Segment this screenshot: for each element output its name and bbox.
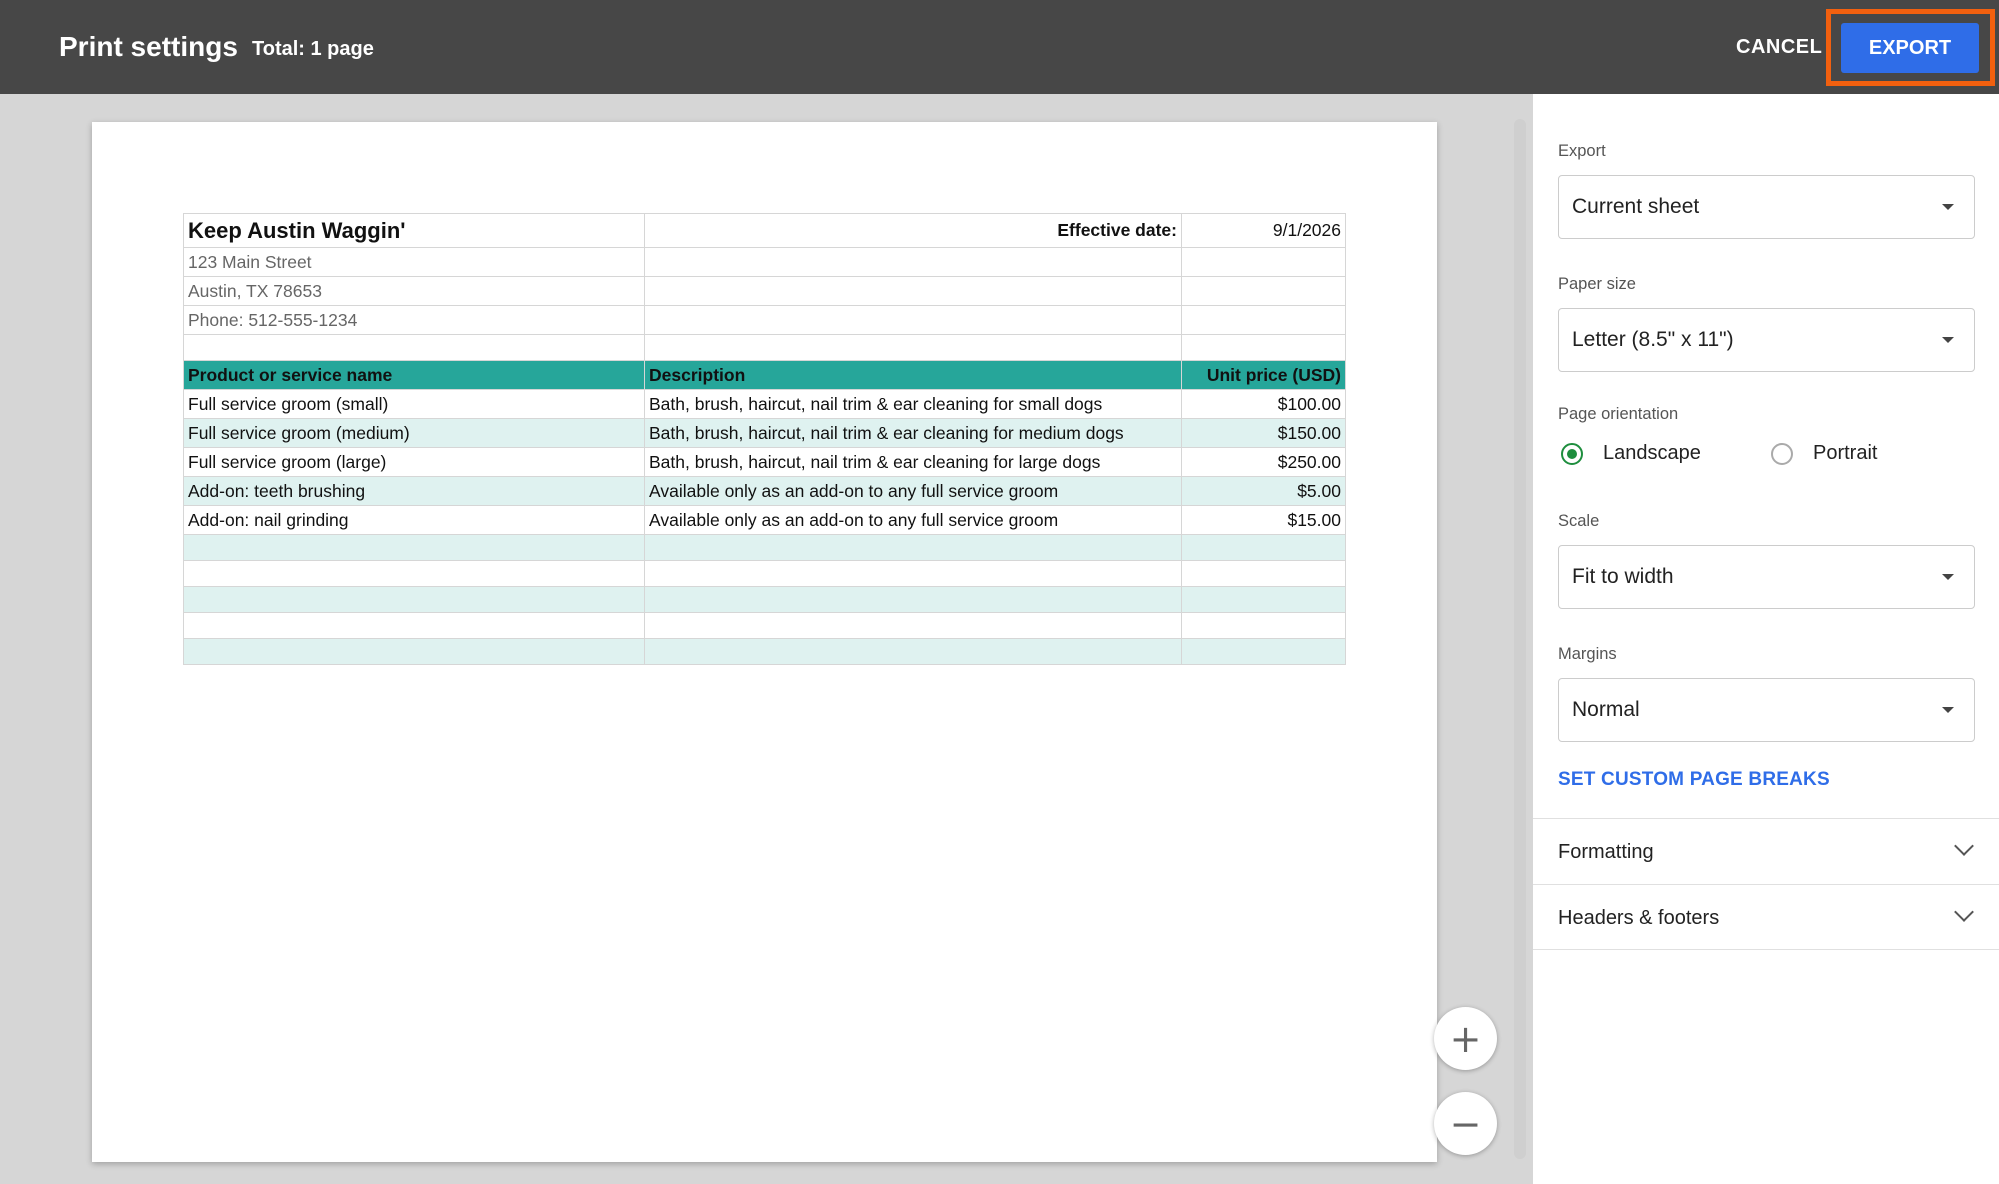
- radio-unselected-icon: [1771, 442, 1793, 465]
- radio-selected-icon: [1561, 442, 1583, 465]
- formatting-section-label: Formatting: [1558, 841, 1654, 863]
- table-row: [183, 638, 1346, 665]
- address-line-1: 123 Main Street: [183, 247, 645, 277]
- table-row: Add-on: teeth brushing Available only as…: [183, 476, 1346, 506]
- set-custom-page-breaks-link[interactable]: SET CUSTOM PAGE BREAKS: [1558, 769, 1830, 791]
- description-cell: Bath, brush, haircut, nail trim & ear cl…: [644, 447, 1182, 477]
- description-cell: Bath, brush, haircut, nail trim & ear cl…: [644, 418, 1182, 448]
- portrait-radio-label: Portrait: [1813, 442, 1878, 464]
- minus-icon: −: [1449, 1101, 1482, 1146]
- effective-date-value: 9/1/2026: [1181, 213, 1346, 248]
- table-row: Full service groom (large) Bath, brush, …: [183, 447, 1346, 477]
- export-label: Export: [1558, 142, 1606, 160]
- table-row: [183, 612, 1346, 639]
- table-row: Phone: 512-555-1234: [183, 305, 1346, 335]
- price-cell: $5.00: [1181, 476, 1346, 506]
- description-cell: Bath, brush, haircut, nail trim & ear cl…: [644, 389, 1182, 419]
- paper-size-select[interactable]: Letter (8.5" x 11"): [1558, 308, 1975, 372]
- export-select-value: Current sheet: [1572, 195, 1700, 218]
- table-row: [183, 586, 1346, 613]
- page-count: Total: 1 page: [252, 38, 374, 60]
- formatting-section[interactable]: Formatting: [1533, 818, 1999, 884]
- caret-down-icon: [1942, 574, 1954, 580]
- table-row: 123 Main Street: [183, 247, 1346, 277]
- print-preview-area: Keep Austin Waggin' Effective date: 9/1/…: [0, 94, 1533, 1184]
- paper-size-select-value: Letter (8.5" x 11"): [1572, 328, 1734, 351]
- zoom-in-button[interactable]: +: [1434, 1007, 1497, 1070]
- table-row: Keep Austin Waggin' Effective date: 9/1/…: [183, 213, 1346, 248]
- chevron-down-icon: [1954, 836, 1974, 856]
- phone-line: Phone: 512-555-1234: [183, 305, 645, 335]
- margins-label: Margins: [1558, 645, 1617, 663]
- scale-label: Scale: [1558, 512, 1600, 530]
- landscape-radio-label: Landscape: [1603, 442, 1701, 464]
- export-select[interactable]: Current sheet: [1558, 175, 1975, 239]
- table-header-row: Product or service name Description Unit…: [183, 360, 1346, 390]
- effective-date-label: Effective date:: [644, 213, 1182, 248]
- price-cell: $100.00: [1181, 389, 1346, 419]
- headers-footers-section[interactable]: Headers & footers: [1533, 884, 1999, 950]
- preview-page: Keep Austin Waggin' Effective date: 9/1/…: [92, 122, 1437, 1162]
- plus-icon: +: [1449, 1016, 1482, 1061]
- column-header: Product or service name: [183, 360, 645, 390]
- column-header: Description: [644, 360, 1182, 390]
- table-row: [183, 560, 1346, 587]
- caret-down-icon: [1942, 204, 1954, 210]
- headers-footers-section-label: Headers & footers: [1558, 907, 1720, 929]
- margins-select[interactable]: Normal: [1558, 678, 1975, 742]
- description-cell: Available only as an add-on to any full …: [644, 476, 1182, 506]
- cancel-button[interactable]: CANCEL: [1728, 32, 1830, 63]
- paper-size-label: Paper size: [1558, 275, 1636, 293]
- table-row: [183, 534, 1346, 561]
- page-title: Print settings: [59, 31, 238, 62]
- scale-select[interactable]: Fit to width: [1558, 545, 1975, 609]
- table-row: Austin, TX 78653: [183, 276, 1346, 306]
- price-cell: $250.00: [1181, 447, 1346, 477]
- product-name-cell: Full service groom (large): [183, 447, 645, 477]
- description-cell: Available only as an add-on to any full …: [644, 505, 1182, 535]
- product-name-cell: Full service groom (medium): [183, 418, 645, 448]
- table-row: Full service groom (small) Bath, brush, …: [183, 389, 1346, 419]
- chevron-down-icon: [1954, 902, 1974, 922]
- product-name-cell: Add-on: nail grinding: [183, 505, 645, 535]
- scale-select-value: Fit to width: [1572, 565, 1674, 588]
- column-header: Unit price (USD): [1181, 360, 1346, 390]
- product-name-cell: Add-on: teeth brushing: [183, 476, 645, 506]
- settings-panel: Export Current sheet Paper size Letter (…: [1533, 94, 1999, 1184]
- portrait-radio[interactable]: Portrait: [1771, 442, 1877, 465]
- product-name-cell: Full service groom (small): [183, 389, 645, 419]
- preview-sheet-table: Keep Austin Waggin' Effective date: 9/1/…: [183, 213, 1346, 665]
- price-cell: $150.00: [1181, 418, 1346, 448]
- page-orientation-label: Page orientation: [1558, 405, 1679, 423]
- table-row: Add-on: nail grinding Available only as …: [183, 505, 1346, 535]
- export-button[interactable]: EXPORT: [1841, 23, 1979, 73]
- top-bar: Print settings Total: 1 page CANCEL EXPO…: [0, 0, 1999, 94]
- caret-down-icon: [1942, 707, 1954, 713]
- caret-down-icon: [1942, 337, 1954, 343]
- table-row: Full service groom (medium) Bath, brush,…: [183, 418, 1346, 448]
- table-row: [183, 334, 1346, 361]
- address-line-2: Austin, TX 78653: [183, 276, 645, 306]
- company-name: Keep Austin Waggin': [183, 213, 645, 248]
- preview-scrollbar[interactable]: [1514, 119, 1526, 1159]
- zoom-out-button[interactable]: −: [1434, 1092, 1497, 1155]
- landscape-radio[interactable]: Landscape: [1561, 442, 1701, 465]
- margins-select-value: Normal: [1572, 698, 1640, 721]
- price-cell: $15.00: [1181, 505, 1346, 535]
